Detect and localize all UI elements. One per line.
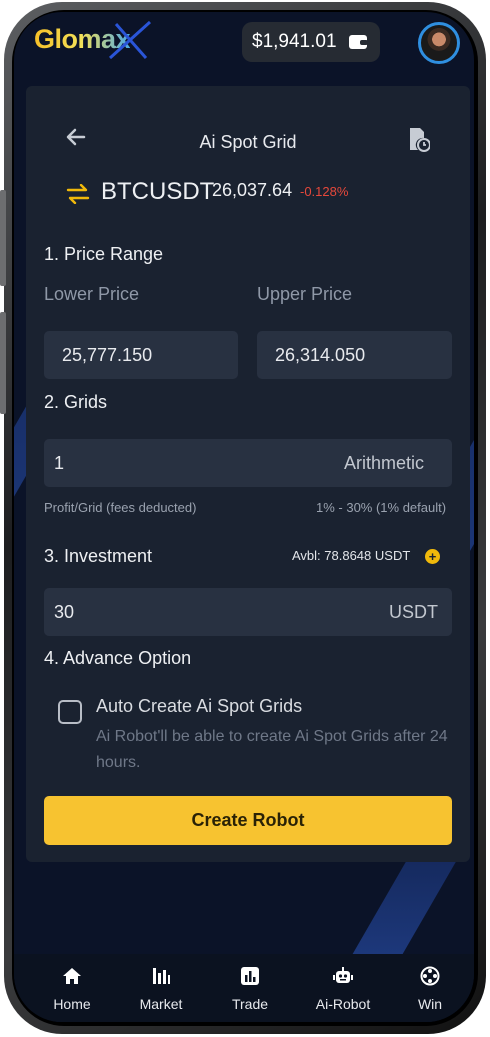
upper-price-value: 26,314.050: [275, 344, 366, 365]
grids-value: 1: [54, 452, 65, 473]
auto-create-title[interactable]: Auto Create Ai Spot Grids: [96, 696, 302, 717]
section-grids: 2. Grids: [44, 392, 108, 412]
wallet-icon: [349, 35, 368, 49]
swap-arrows-icon[interactable]: [66, 184, 90, 204]
bottom-nav: Home Market Trade Ai-Robot Win: [14, 954, 474, 1022]
create-robot-button[interactable]: Create Robot: [44, 796, 452, 845]
trading-pair[interactable]: BTCUSDT: [101, 178, 214, 206]
nav-label-trade: Trade: [231, 996, 269, 1012]
brand-logo-mark: [108, 20, 152, 60]
grids-input[interactable]: 1 Arithmetic: [44, 439, 452, 487]
document-clock-icon[interactable]: [408, 126, 430, 152]
section-investment: 3. Investment: [44, 546, 153, 566]
phone-side-button: [0, 312, 6, 414]
investment-input[interactable]: 30 USDT: [44, 588, 452, 636]
add-funds-icon[interactable]: +: [425, 549, 440, 564]
lower-price-label: Lower Price: [44, 284, 140, 304]
nav-item-home[interactable]: Home: [37, 954, 107, 1022]
nav-item-market[interactable]: Market: [126, 954, 196, 1022]
market-bars-icon: [153, 968, 170, 984]
last-price: 26,037.64: [212, 180, 293, 200]
grid-mode-select[interactable]: Arithmetic: [344, 453, 424, 474]
section-advance-option: 4. Advance Option: [44, 648, 192, 668]
page-title: Ai Spot Grid: [199, 132, 297, 152]
nav-label-win: Win: [417, 996, 443, 1012]
nav-item-ai-robot[interactable]: Ai-Robot: [308, 954, 378, 1022]
upper-price-label: Upper Price: [257, 284, 353, 304]
lower-price-value: 25,777.150: [62, 344, 153, 365]
user-avatar[interactable]: [418, 22, 460, 64]
robot-icon: [333, 967, 353, 983]
profit-grid-label: Profit/Grid (fees deducted): [44, 500, 197, 515]
available-balance: Avbl: 78.8648 USDT: [292, 548, 411, 563]
gamepad-icon: [420, 966, 440, 986]
profit-grid-range: 1% - 30% (1% default): [316, 500, 447, 515]
home-icon: [63, 968, 81, 984]
phone-side-button: [0, 190, 6, 286]
nav-item-trade[interactable]: Trade: [215, 954, 285, 1022]
nav-label-ai-robot: Ai-Robot: [315, 996, 371, 1012]
nav-item-win[interactable]: Win: [395, 954, 465, 1022]
section-price-range: 1. Price Range: [44, 244, 164, 264]
upper-price-input[interactable]: 26,314.050: [257, 331, 452, 379]
balance-amount: $1,941.01: [252, 31, 337, 52]
lower-price-input[interactable]: 25,777.150: [44, 331, 238, 379]
trade-chart-icon: [241, 967, 259, 985]
app-screen: Glomax $1,941.01 Ai Spot Grid BTCUSDT 26…: [14, 12, 474, 1022]
price-change: -0.128%: [300, 184, 349, 199]
investment-value: 30: [54, 601, 75, 622]
balance-pill[interactable]: $1,941.01: [242, 22, 380, 62]
nav-label-home: Home: [53, 996, 91, 1012]
grid-form-card: Ai Spot Grid BTCUSDT 26,037.64 -0.128% 1…: [26, 86, 470, 862]
nav-label-market: Market: [139, 996, 183, 1012]
investment-unit: USDT: [389, 601, 438, 622]
auto-create-checkbox[interactable]: [58, 700, 82, 724]
auto-create-description: Ai Robot'll be able to create Ai Spot Gr…: [96, 728, 448, 771]
